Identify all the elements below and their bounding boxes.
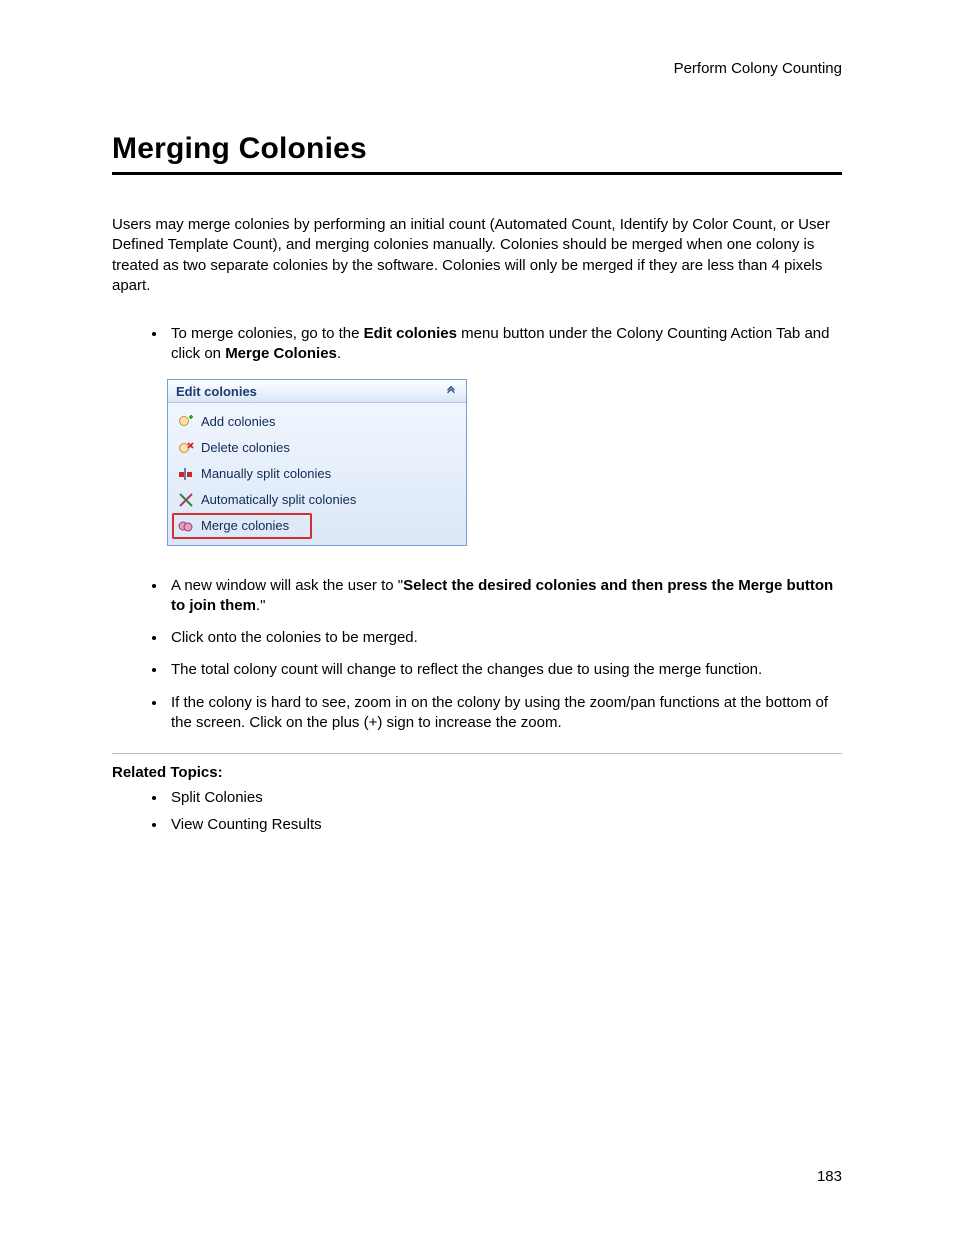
panel-item-label: Delete colonies xyxy=(201,440,290,455)
related-topic-view-results[interactable]: View Counting Results xyxy=(167,814,842,837)
step-5: If the colony is hard to see, zoom in on… xyxy=(167,693,842,734)
merge-colonies-icon xyxy=(178,518,194,534)
related-topics-list: Split Colonies View Counting Results xyxy=(112,787,842,836)
document-page: Perform Colony Counting Merging Colonies… xyxy=(0,0,954,836)
text-fragment: . xyxy=(337,345,341,362)
steps-list: To merge colonies, go to the Edit coloni… xyxy=(112,324,842,365)
panel-body: Add colonies Delete colonies Manually sp… xyxy=(168,403,466,545)
panel-item-label: Manually split colonies xyxy=(201,466,331,481)
panel-item-label: Add colonies xyxy=(201,414,275,429)
step-1: To merge colonies, go to the Edit coloni… xyxy=(167,324,842,365)
panel-title: Edit colonies xyxy=(176,384,257,399)
text-fragment: ." xyxy=(256,597,266,614)
panel-item-manual-split[interactable]: Manually split colonies xyxy=(172,461,462,487)
title-underline xyxy=(112,172,842,175)
step-4: The total colony count will change to re… xyxy=(167,660,842,680)
panel-header[interactable]: Edit colonies xyxy=(168,380,466,403)
edit-colonies-panel: Edit colonies Add colonies Delete coloni xyxy=(167,379,467,546)
panel-item-auto-split[interactable]: Automatically split colonies xyxy=(172,487,462,513)
panel-item-merge-colonies[interactable]: Merge colonies xyxy=(172,513,312,539)
auto-split-icon xyxy=(178,492,194,508)
page-title: Merging Colonies xyxy=(112,132,842,166)
text-fragment: A new window will ask the user to " xyxy=(171,577,403,594)
delete-colonies-icon xyxy=(178,440,194,456)
add-colonies-icon xyxy=(178,414,194,430)
panel-item-add-colonies[interactable]: Add colonies xyxy=(172,409,462,435)
text-fragment: To merge colonies, go to the xyxy=(171,325,364,342)
panel-item-label: Merge colonies xyxy=(201,518,289,533)
steps-list-continued: A new window will ask the user to "Selec… xyxy=(112,576,842,734)
step-2: A new window will ask the user to "Selec… xyxy=(167,576,842,617)
panel-item-delete-colonies[interactable]: Delete colonies xyxy=(172,435,462,461)
bold-text: Edit colonies xyxy=(364,325,457,342)
collapse-icon[interactable] xyxy=(444,384,458,398)
bold-text: Merge Colonies xyxy=(225,345,337,362)
panel-item-label: Automatically split colonies xyxy=(201,492,356,507)
running-header: Perform Colony Counting xyxy=(112,60,842,77)
step-3: Click onto the colonies to be merged. xyxy=(167,628,842,648)
manual-split-icon xyxy=(178,466,194,482)
page-number: 183 xyxy=(817,1168,842,1185)
section-divider xyxy=(112,753,842,754)
intro-paragraph: Users may merge colonies by performing a… xyxy=(112,215,842,296)
related-topics-heading: Related Topics: xyxy=(112,764,842,781)
related-topic-split-colonies[interactable]: Split Colonies xyxy=(167,787,842,810)
edit-colonies-panel-screenshot: Edit colonies Add colonies Delete coloni xyxy=(167,379,842,546)
